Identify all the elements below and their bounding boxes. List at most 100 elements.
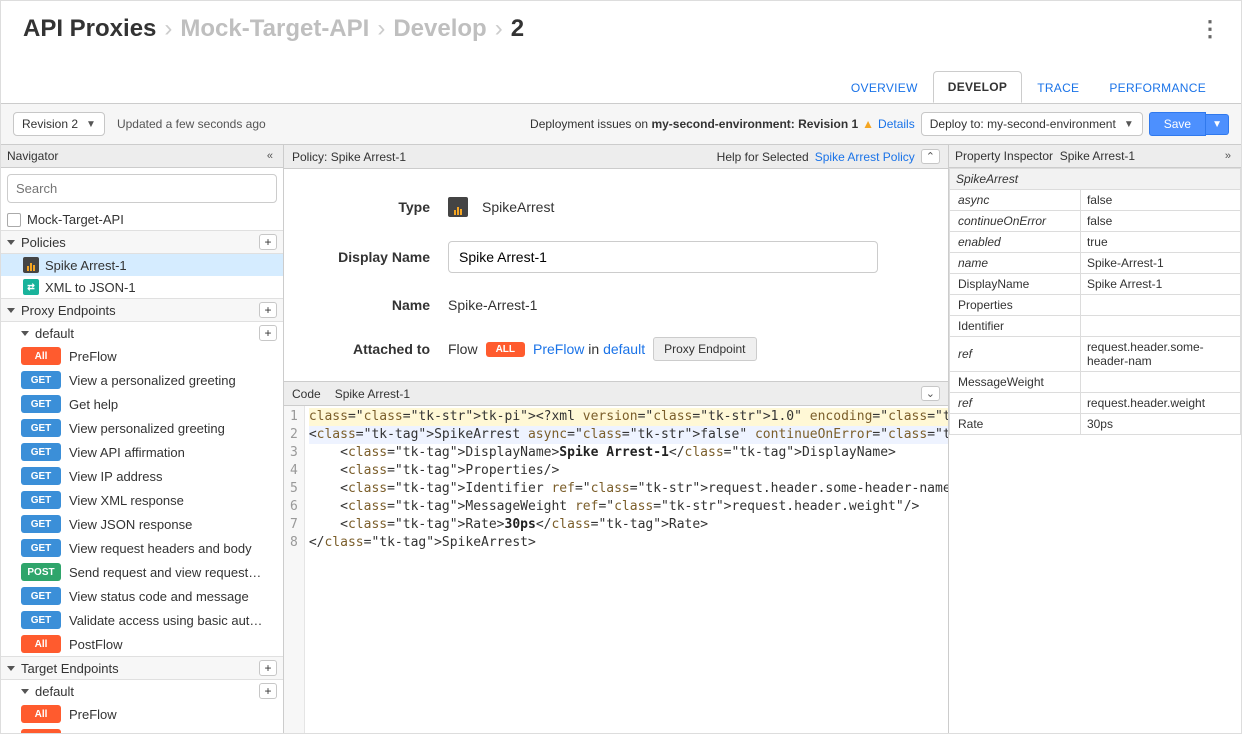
tab-trace[interactable]: TRACE [1022, 72, 1094, 103]
property-key: MessageWeight [950, 372, 1081, 393]
http-method-pill: GET [21, 491, 61, 509]
tree-flow-item[interactable]: AllPreFlow [1, 344, 283, 368]
tree-target-flow-item[interactable]: AllPreFlow [1, 702, 283, 726]
property-row[interactable]: DisplayNameSpike Arrest-1 [950, 274, 1241, 295]
property-value[interactable]: true [1080, 232, 1240, 253]
twisty-down-icon [7, 666, 15, 671]
tree-flow-item[interactable]: GETValidate access using basic aut… [1, 608, 283, 632]
property-key: continueOnError [950, 211, 1081, 232]
caret-down-icon: ▼ [86, 119, 96, 130]
add-target-endpoint-button[interactable]: + [259, 660, 277, 676]
add-flow-button[interactable]: + [259, 325, 277, 341]
display-name-label: Display Name [308, 249, 448, 265]
property-value[interactable]: false [1080, 211, 1240, 232]
property-value[interactable]: request.header.weight [1080, 393, 1240, 414]
collapse-code-icon[interactable]: ⌄ [921, 386, 940, 401]
tree-proxy-default[interactable]: default+ [1, 322, 283, 344]
tree-flow-item[interactable]: GETView personalized greeting [1, 416, 283, 440]
tab-develop[interactable]: DEVELOP [933, 71, 1022, 103]
property-value[interactable]: request.header.some-header-nam [1080, 337, 1240, 372]
deploy-to-select[interactable]: Deploy to: my-second-environment ▼ [921, 112, 1143, 136]
property-row[interactable]: Rate30ps [950, 414, 1241, 435]
collapse-up-icon[interactable]: ⌃ [921, 149, 940, 164]
code-lines[interactable]: class="class="tk-str">tk-pi"><?xml versi… [305, 406, 948, 733]
tree-flow-item[interactable]: GETView a personalized greeting [1, 368, 283, 392]
tree-section-proxy-endpoints[interactable]: Proxy Endpoints+ [1, 298, 283, 322]
save-dropdown-button[interactable]: ▼ [1206, 114, 1229, 135]
collapse-left-icon[interactable]: « [263, 150, 277, 162]
tree-flow-item[interactable]: AllPostFlow [1, 632, 283, 656]
property-value[interactable]: false [1080, 190, 1240, 211]
property-value[interactable] [1080, 316, 1240, 337]
tree-flow-item[interactable]: GETView status code and message [1, 584, 283, 608]
chevron-right-icon: › [495, 15, 503, 43]
attached-proxy-endpoint-btn[interactable]: Proxy Endpoint [653, 337, 756, 361]
add-target-flow-button[interactable]: + [259, 683, 277, 699]
http-method-pill: GET [21, 395, 61, 413]
code-editor[interactable]: 12345678 class="class="tk-str">tk-pi"><?… [284, 406, 948, 733]
help-policy-link[interactable]: Spike Arrest Policy [815, 150, 915, 164]
tree-flow-item[interactable]: GETGet help [1, 392, 283, 416]
navigator-search-input[interactable] [7, 174, 277, 203]
property-value[interactable] [1080, 295, 1240, 316]
tree-target-default[interactable]: default+ [1, 680, 283, 702]
save-button[interactable]: Save [1149, 112, 1206, 136]
property-row[interactable]: refrequest.header.weight [950, 393, 1241, 414]
tree-flow-item[interactable]: GETView request headers and body [1, 536, 283, 560]
flow-label: View a personalized greeting [69, 373, 236, 388]
warning-icon: ▲ [862, 117, 874, 131]
property-row[interactable]: asyncfalse [950, 190, 1241, 211]
http-method-pill: GET [21, 539, 61, 557]
tree-api-root[interactable]: Mock-Target-API [1, 209, 283, 230]
revision-select[interactable]: Revision 2 ▼ [13, 112, 105, 136]
policy-form: Type SpikeArrest Display Name Name Spike… [284, 169, 948, 382]
property-row[interactable]: MessageWeight [950, 372, 1241, 393]
collapse-right-icon[interactable]: » [1221, 150, 1235, 162]
name-label: Name [308, 297, 448, 313]
tree-flow-item[interactable]: GETView IP address [1, 464, 283, 488]
tree-flow-item[interactable]: GETView JSON response [1, 512, 283, 536]
tab-overview[interactable]: OVERVIEW [836, 72, 933, 103]
property-value[interactable]: Spike Arrest-1 [1080, 274, 1240, 295]
toolbar: Revision 2 ▼ Updated a few seconds ago D… [1, 103, 1241, 145]
property-row[interactable]: continueOnErrorfalse [950, 211, 1241, 232]
breadcrumb-section[interactable]: Develop [393, 15, 486, 43]
add-proxy-endpoint-button[interactable]: + [259, 302, 277, 318]
deployment-details-link[interactable]: Details [878, 117, 915, 131]
property-row[interactable]: Identifier [950, 316, 1241, 337]
property-value[interactable]: 30ps [1080, 414, 1240, 435]
add-policy-button[interactable]: + [259, 234, 277, 250]
attached-default-link[interactable]: default [603, 341, 645, 357]
property-key: ref [950, 393, 1081, 414]
breadcrumb-root[interactable]: API Proxies [23, 15, 156, 43]
tree-flow-item[interactable]: GETView API affirmation [1, 440, 283, 464]
tree-policy-spike-arrest[interactable]: Spike Arrest-1 [1, 254, 283, 276]
flow-label: View XML response [69, 493, 184, 508]
tree-flow-item[interactable]: GET View XML response [1, 488, 283, 512]
flow-label: View API affirmation [69, 445, 185, 460]
property-value[interactable]: Spike-Arrest-1 [1080, 253, 1240, 274]
tree-policy-xml-to-json[interactable]: ⇄XML to JSON-1 [1, 276, 283, 298]
property-row[interactable]: refrequest.header.some-header-nam [950, 337, 1241, 372]
tree-section-policies[interactable]: Policies+ [1, 230, 283, 254]
http-method-pill: GET [21, 611, 61, 629]
breadcrumb-proxy[interactable]: Mock-Target-API [180, 15, 369, 43]
deploy-to-label: Deploy to: my-second-environment [930, 117, 1116, 131]
display-name-input[interactable] [448, 241, 878, 273]
tree-target-flow-item[interactable]: AllPostFlow [1, 726, 283, 733]
property-row[interactable]: enabledtrue [950, 232, 1241, 253]
tab-performance[interactable]: PERFORMANCE [1094, 72, 1221, 103]
code-subtitle: Spike Arrest-1 [335, 387, 410, 401]
code-gutter: 12345678 [284, 406, 305, 733]
tree-flow-item[interactable]: POSTSend request and view request… [1, 560, 283, 584]
attached-preflow-link[interactable]: PreFlow [533, 341, 584, 357]
property-key: Rate [950, 414, 1081, 435]
property-row[interactable]: nameSpike-Arrest-1 [950, 253, 1241, 274]
type-label: Type [308, 199, 448, 215]
tree-section-target-endpoints[interactable]: Target Endpoints+ [1, 656, 283, 680]
twisty-down-icon [7, 240, 15, 245]
more-menu-icon[interactable]: ⋮ [1199, 16, 1221, 42]
property-row[interactable]: Properties [950, 295, 1241, 316]
flow-label: PreFlow [69, 349, 117, 364]
property-value[interactable] [1080, 372, 1240, 393]
